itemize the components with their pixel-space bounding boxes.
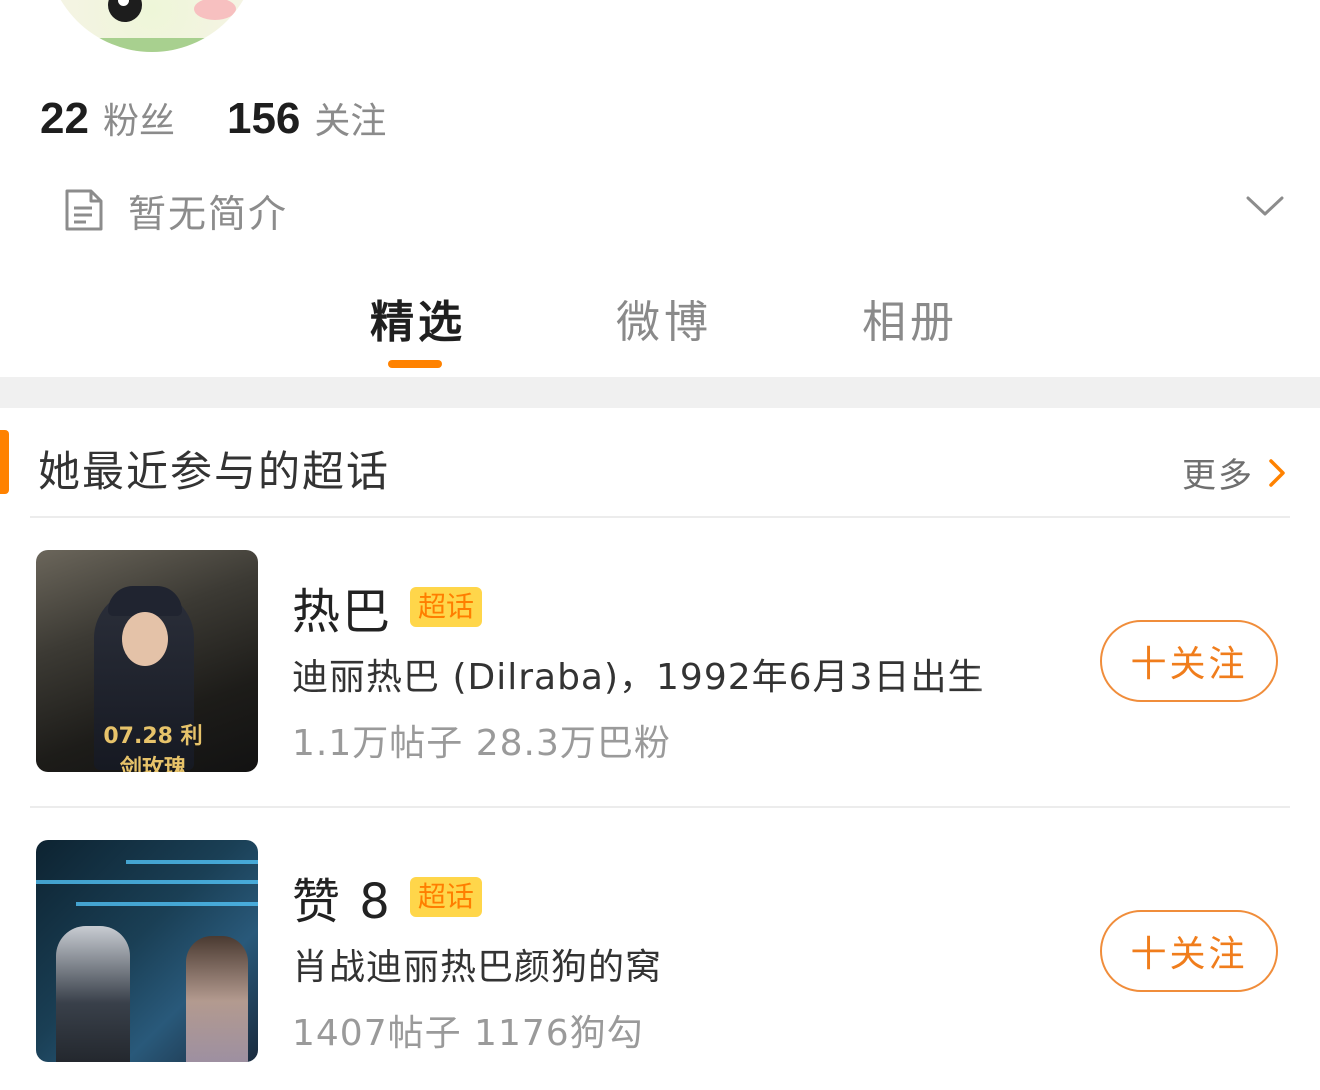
section-accent-bar [0, 430, 9, 494]
topic-item[interactable]: 07.28 利剑玫瑰 热巴 超话 迪丽热巴 (Dilraba)，1992年6月3… [0, 550, 1320, 774]
topic-name: 赞 8 [292, 874, 392, 930]
topic-name: 热巴 [292, 584, 393, 640]
topic-item[interactable]: 赞 8 超话 肖战迪丽热巴颜狗的窝 1407帖子 1176狗勾 十关注 [0, 840, 1320, 1064]
topic-thumbnail [36, 840, 258, 1062]
supertopic-badge: 超话 [410, 587, 483, 627]
follow-button[interactable]: 十关注 [1100, 620, 1278, 702]
followers-label: 粉丝 [102, 101, 175, 142]
follow-label: 十关注 [1130, 644, 1248, 685]
bio-row[interactable]: 暂无简介 [64, 182, 1284, 238]
topic-title: 热巴 超话 [292, 572, 483, 642]
thumb-poster-text: 07.28 利剑玫瑰 [103, 724, 203, 772]
active-tab-indicator [388, 360, 442, 368]
tab-album[interactable]: 相册 [862, 286, 958, 350]
following-count: 156 [226, 94, 301, 143]
thumb-light-stripe [36, 880, 258, 884]
topic-thumbnail: 07.28 利剑玫瑰 [36, 550, 258, 772]
more-label: 更多 [1182, 456, 1254, 496]
row-separator [30, 516, 1290, 518]
follow-button[interactable]: 十关注 [1100, 910, 1278, 992]
thumb-face [122, 612, 168, 666]
section-header: 她最近参与的超话 更多 [0, 420, 1320, 510]
chevron-right-icon [1269, 458, 1285, 487]
topic-description: 迪丽热巴 (Dilraba)，1992年6月3日出生 [292, 657, 985, 698]
chevron-down-icon[interactable] [1246, 194, 1284, 218]
section-divider [0, 377, 1320, 408]
thumb-figure-woman [186, 936, 248, 1062]
avatar-collar [46, 38, 258, 52]
more-button[interactable]: 更多 [1182, 448, 1286, 497]
followers-stat[interactable]: 22 粉丝 [40, 92, 175, 144]
avatar-cheek [194, 0, 236, 20]
supertopic-badge: 超话 [409, 877, 482, 917]
topic-title: 赞 8 超话 [292, 862, 482, 932]
document-icon [65, 189, 103, 231]
topic-stats: 1.1万帖子 28.3万巴粉 [292, 723, 671, 764]
topic-description: 肖战迪丽热巴颜狗的窝 [292, 947, 663, 988]
profile-tabs: 精选 微博 相册 [0, 280, 1320, 376]
tab-weibo[interactable]: 微博 [616, 286, 712, 350]
followers-count: 22 [40, 94, 89, 143]
thumb-light-stripe [76, 902, 258, 906]
row-separator [30, 806, 1290, 808]
topic-stats: 1407帖子 1176狗勾 [292, 1013, 644, 1054]
thumb-figure-man [56, 926, 130, 1062]
avatar[interactable] [46, 0, 258, 52]
profile-stats: 22 粉丝 156 关注 [40, 92, 386, 144]
tab-featured[interactable]: 精选 [370, 286, 466, 350]
bio-text: 暂无简介 [128, 191, 289, 236]
following-label: 关注 [314, 101, 387, 142]
following-stat[interactable]: 156 关注 [227, 92, 386, 144]
follow-label: 十关注 [1130, 934, 1248, 975]
avatar-eye-left [108, 0, 142, 22]
section-title: 她最近参与的超话 [38, 447, 391, 496]
thumb-light-stripe [126, 860, 258, 864]
